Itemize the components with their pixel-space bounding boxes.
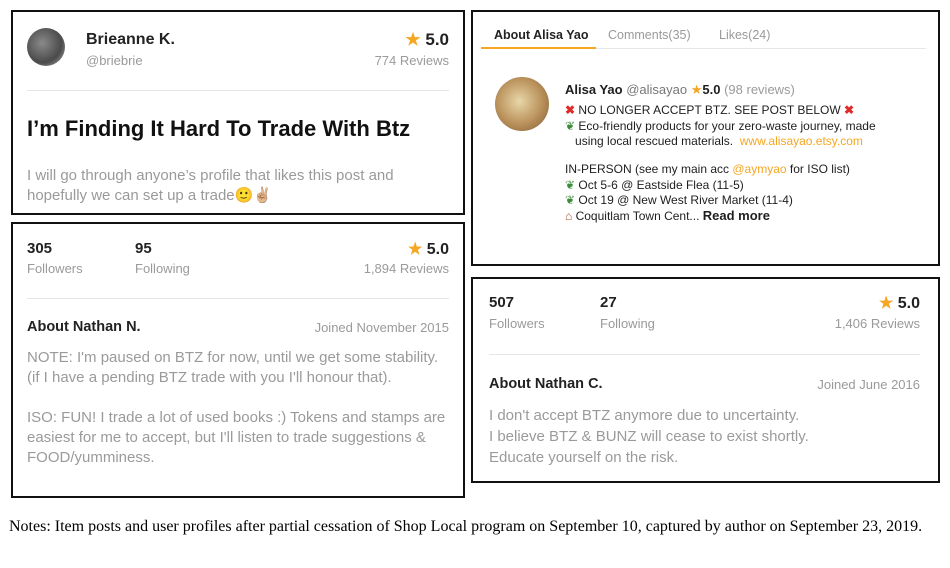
bio-text: NO LONGER ACCEPT BTZ. SEE POST BELOW	[578, 103, 841, 117]
followers-count[interactable]: 507	[489, 294, 514, 311]
about-paragraph: ISO: FUN! I trade a lot of used books :)…	[27, 409, 446, 466]
avatar[interactable]	[27, 28, 65, 66]
cross-icon: ✖	[565, 103, 576, 117]
tab-likes[interactable]: Likes(24)	[719, 28, 770, 42]
post-title: I’m Finding It Hard To Trade With Btz	[27, 116, 411, 141]
user-name[interactable]: Alisa Yao	[565, 82, 623, 97]
bio-line: using local rescued materials. www.alisa…	[565, 134, 863, 148]
profile-card-nathan-c: 507 Followers 27 Following ★ 5.0 1,406 R…	[471, 277, 940, 483]
tab-comments[interactable]: Comments(35)	[608, 28, 691, 42]
rating-value: 5.0	[897, 295, 920, 312]
rating-value: 5.0	[425, 30, 449, 49]
following-count[interactable]: 95	[135, 240, 152, 257]
event-line: ⌂ Coquitlam Town Cent... Read more	[565, 208, 770, 223]
reviews-count[interactable]: 1,406 Reviews	[835, 316, 920, 331]
emoji: 🙂✌🏼	[234, 187, 272, 204]
sprout-icon: ❦	[565, 178, 576, 192]
followers-label[interactable]: Followers	[27, 261, 83, 276]
star-icon: ★	[878, 295, 894, 312]
star-icon: ★	[407, 241, 423, 258]
about-body: I don't accept BTZ anymore due to uncert…	[489, 405, 929, 468]
reviews-count[interactable]: 774 Reviews	[375, 53, 449, 68]
bio-line: ✖ NO LONGER ACCEPT BTZ. SEE POST BELOW ✖	[565, 103, 854, 117]
about-title: About Nathan C.	[489, 376, 603, 392]
handle-link[interactable]: @aymyao	[732, 162, 786, 176]
joined-date: Joined November 2015	[314, 320, 449, 335]
following-count[interactable]: 27	[600, 294, 617, 311]
bio-text: using local rescued materials.	[575, 134, 734, 148]
star-icon: ★	[690, 82, 703, 97]
rating-value: 5.0	[426, 241, 449, 258]
about-line: I believe BTZ & BUNZ will cease to exist…	[489, 428, 809, 445]
rating: ★ 5.0	[405, 30, 449, 50]
star-icon: ★	[405, 30, 421, 49]
bio-text: IN-PERSON (see my main acc	[565, 162, 733, 176]
sprout-icon: ❦	[565, 193, 576, 207]
figure-notes: Notes: Item posts and user profiles afte…	[9, 518, 923, 535]
bio-line: ❦ Eco-friendly products for your zero-wa…	[565, 119, 876, 133]
rating: ★ 5.0	[879, 293, 920, 313]
divider	[27, 298, 449, 299]
sprout-icon: ❦	[565, 119, 576, 133]
reviews-count[interactable]: 1,894 Reviews	[364, 261, 449, 276]
event-text: Oct 5-6 @ Eastside Flea (11-5)	[578, 178, 744, 192]
post-card: Brieanne K. @briebrie ★ 5.0 774 Reviews …	[11, 10, 465, 215]
active-tab-indicator	[481, 47, 596, 49]
house-icon: ⌂	[565, 209, 573, 223]
bio-line: IN-PERSON (see my main acc @aymyao for I…	[565, 162, 850, 176]
divider	[27, 90, 449, 91]
about-paragraph: NOTE: I'm paused on BTZ for now, until w…	[27, 349, 439, 386]
bio-text: Eco-friendly products for your zero-wast…	[578, 119, 876, 133]
event-line: ❦ Oct 5-6 @ Eastside Flea (11-5)	[565, 178, 744, 192]
rating: ★ 5.0	[408, 239, 449, 259]
event-text: Oct 19 @ New West River Market (11-4)	[578, 193, 793, 207]
profile-card-alisa: About Alisa Yao Comments(35) Likes(24) A…	[471, 10, 940, 266]
followers-count[interactable]: 305	[27, 240, 52, 257]
event-text: Coquitlam Town Cent...	[575, 209, 700, 223]
joined-date: Joined June 2016	[817, 377, 920, 392]
about-title: About Nathan N.	[27, 319, 141, 335]
cross-icon: ✖	[844, 103, 855, 117]
rating-value: 5.0	[702, 82, 721, 97]
profile-card-nathan-n: 305 Followers 95 Following ★ 5.0 1,894 R…	[11, 222, 465, 498]
post-body: I will go through anyone’s profile that …	[27, 166, 447, 206]
post-body-text: I will go through anyone’s profile that …	[27, 167, 394, 204]
about-line: Educate yourself on the risk.	[489, 449, 679, 466]
website-link[interactable]: www.alisayao.etsy.com	[740, 134, 863, 148]
user-handle[interactable]: @briebrie	[86, 53, 143, 68]
about-body: NOTE: I'm paused on BTZ for now, until w…	[27, 348, 452, 468]
following-label[interactable]: Following	[135, 261, 190, 276]
user-handle[interactable]: @alisayao	[626, 82, 687, 97]
tab-about[interactable]: About Alisa Yao	[494, 28, 588, 42]
event-line: ❦ Oct 19 @ New West River Market (11-4)	[565, 193, 793, 207]
reviews-count[interactable]: (98 reviews)	[724, 82, 795, 97]
avatar[interactable]	[495, 77, 549, 131]
followers-label[interactable]: Followers	[489, 316, 545, 331]
about-line: I don't accept BTZ anymore due to uncert…	[489, 407, 800, 424]
user-name[interactable]: Brieanne K.	[86, 31, 175, 49]
bio-text: for ISO list)	[786, 162, 850, 176]
read-more-link[interactable]: Read more	[703, 208, 770, 223]
divider	[489, 354, 920, 355]
following-label[interactable]: Following	[600, 316, 655, 331]
profile-header: Alisa Yao @alisayao ★5.0 (98 reviews)	[565, 82, 795, 98]
